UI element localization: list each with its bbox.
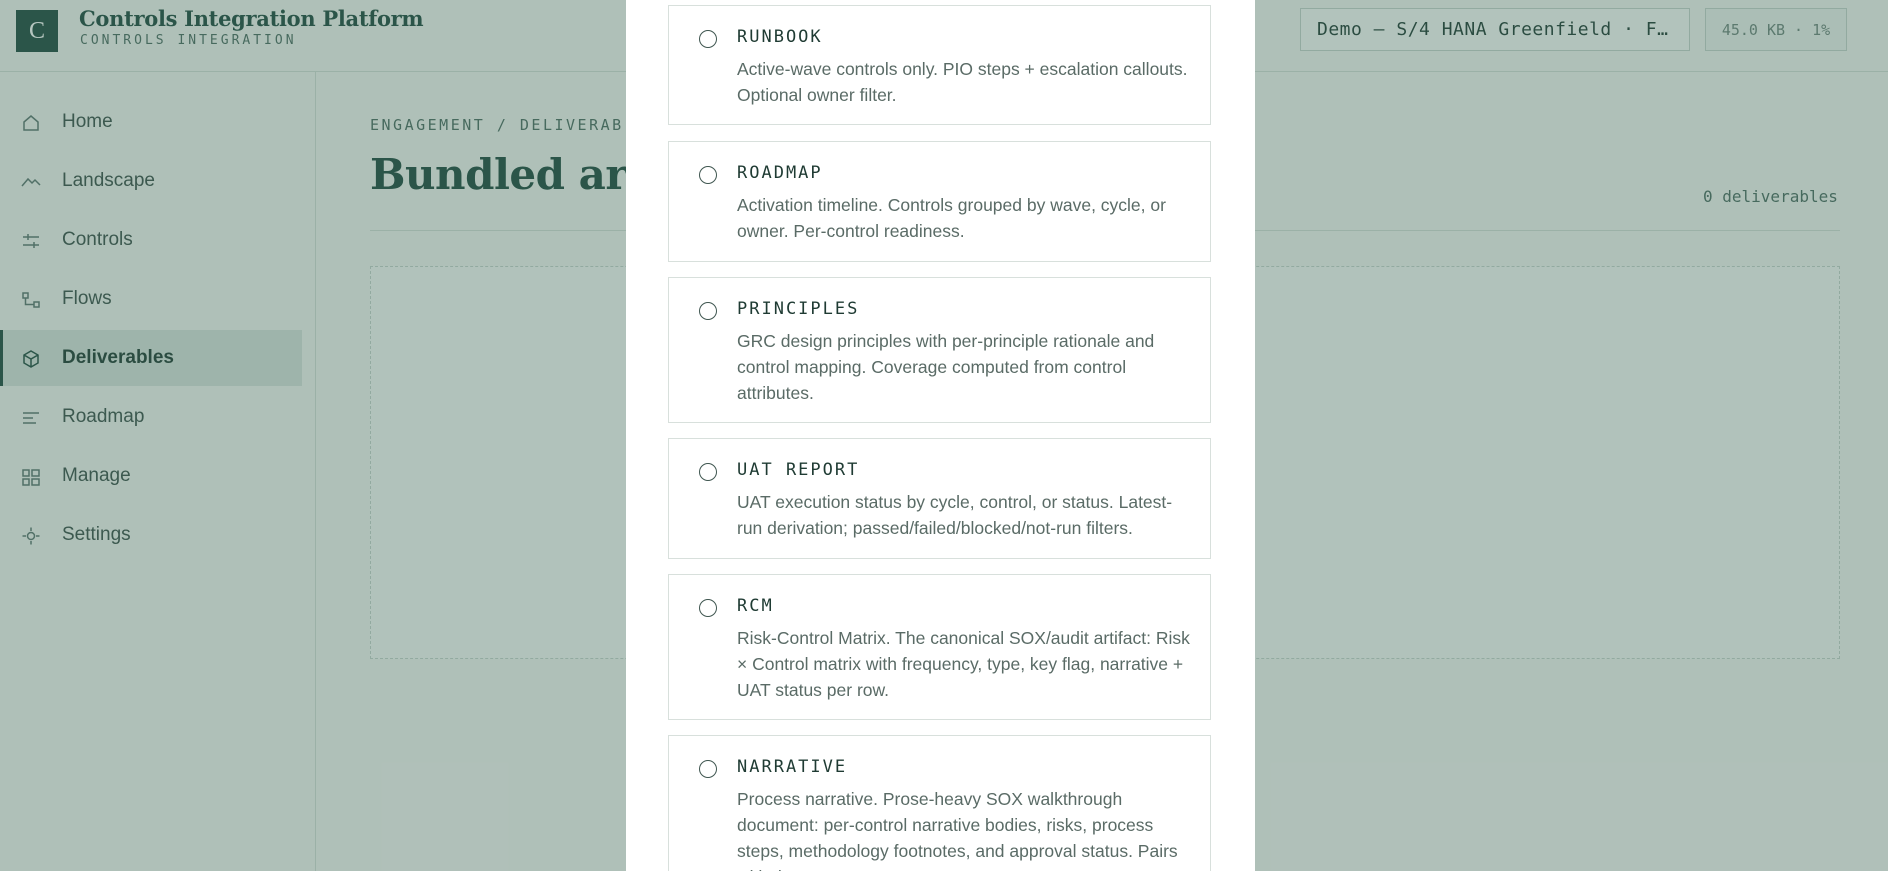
option-description: Process narrative. Prose-heavy SOX walkt… (737, 789, 1178, 871)
option-description: Risk-Control Matrix. The canonical SOX/a… (737, 628, 1190, 700)
option-title: ROADMAP (737, 163, 823, 183)
option-rcm[interactable]: RCM Risk-Control Matrix. The canonical S… (668, 574, 1211, 720)
option-roadmap[interactable]: ROADMAP Activation timeline. Controls gr… (668, 141, 1211, 262)
option-uat-report[interactable]: UAT REPORT UAT execution status by cycle… (668, 438, 1211, 559)
deliverable-type-modal: RUNBOOK Active-wave controls only. PIO s… (626, 0, 1255, 871)
option-title: PRINCIPLES (737, 299, 860, 319)
radio-button[interactable] (699, 30, 717, 48)
option-principles[interactable]: PRINCIPLES GRC design principles with pe… (668, 277, 1211, 423)
option-description: UAT execution status by cycle, control, … (737, 492, 1173, 538)
option-narrative[interactable]: NARRATIVE Process narrative. Prose-heavy… (668, 735, 1211, 871)
option-description: Activation timeline. Controls grouped by… (737, 195, 1166, 241)
option-title: NARRATIVE (737, 757, 848, 777)
radio-button[interactable] (699, 463, 717, 481)
option-title: UAT REPORT (737, 460, 860, 480)
radio-button[interactable] (699, 599, 717, 617)
radio-button[interactable] (699, 302, 717, 320)
option-runbook[interactable]: RUNBOOK Active-wave controls only. PIO s… (668, 5, 1211, 125)
option-title: RCM (737, 596, 774, 616)
radio-button[interactable] (699, 760, 717, 778)
option-description: GRC design principles with per-principle… (737, 331, 1155, 403)
option-title: RUNBOOK (737, 27, 823, 47)
radio-button[interactable] (699, 166, 717, 184)
option-description: Active-wave controls only. PIO steps + e… (737, 59, 1188, 105)
